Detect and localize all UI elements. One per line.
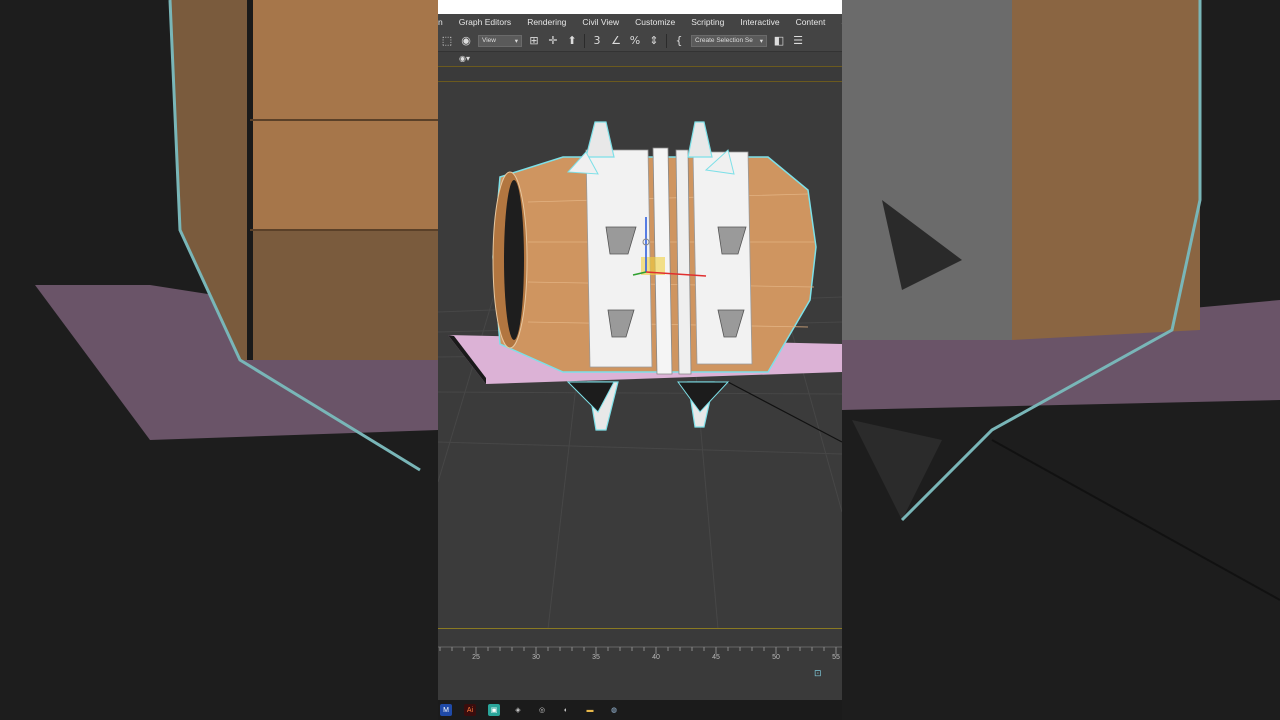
view-dropdown-label: View (482, 37, 496, 44)
app-icon[interactable]: ▣ (488, 704, 500, 716)
background-left-blur (0, 0, 438, 720)
windows-taskbar: M Ai ▣ ◈ ◎ ◐ ▬ ◍ (438, 700, 842, 720)
selection-filter-icon[interactable]: ◉ (459, 34, 473, 48)
angle-snap-icon[interactable]: ∠ (609, 34, 623, 48)
snap-3-icon[interactable]: 3 (590, 34, 604, 48)
timeline-ruler (438, 646, 842, 654)
timeline-tick-label: 40 (652, 654, 660, 661)
manipulate-icon[interactable]: ⬆ (565, 34, 579, 48)
menu-item-rendering[interactable]: Rendering (519, 17, 574, 27)
timeline-tick-label: 45 (712, 654, 720, 661)
move-icon[interactable]: ✛ (546, 34, 560, 48)
menu-item-graph-editors[interactable]: Graph Editors (451, 17, 519, 27)
folder-icon[interactable]: ▬ (584, 704, 596, 716)
max-icon-label: M (443, 706, 449, 714)
timeline-tick-label: 30 (532, 654, 540, 661)
select-region-icon[interactable]: ⬚ (440, 34, 454, 48)
eye-icon[interactable]: ◉▾ (459, 54, 470, 63)
menu-bar: n Graph Editors Rendering Civil View Cus… (438, 14, 842, 30)
chrome-icon[interactable]: ◎ (536, 704, 548, 716)
edit-named-sets-icon[interactable]: { (672, 34, 686, 48)
percent-snap-icon[interactable]: % (628, 34, 642, 48)
title-bar (438, 0, 842, 14)
illustrator-icon[interactable]: Ai (464, 704, 476, 716)
menu-item-scripting[interactable]: Scripting (683, 17, 732, 27)
menu-item-customize[interactable]: Customize (627, 17, 683, 27)
chevron-down-icon: ▾ (514, 37, 518, 45)
menu-item-interactive[interactable]: Interactive (732, 17, 787, 27)
max-icon[interactable]: M (440, 704, 452, 716)
illustrator-icon-label: Ai (466, 706, 474, 714)
viewport-bottom-border (438, 628, 842, 629)
reference-coordinate-dropdown[interactable]: View ▾ (478, 34, 522, 47)
steam-icon[interactable]: ◍ (608, 704, 620, 716)
viewport-layout-bar: ◉▾ (438, 52, 842, 67)
blender-icon[interactable]: ◈ (512, 704, 524, 716)
timeline-tick-label: 50 (772, 654, 780, 661)
viewport-scene (438, 121, 842, 629)
toolbar-divider (666, 33, 667, 48)
perspective-viewport[interactable] (438, 82, 842, 629)
menu-item-civil-view[interactable]: Civil View (574, 17, 627, 27)
menu-item-partial[interactable]: n (438, 17, 451, 27)
timeline-tick-label: 35 (592, 654, 600, 661)
background-right-blur (842, 0, 1280, 720)
app-icon-2[interactable]: ◐ (560, 704, 572, 716)
chevron-down-icon: ▾ (759, 37, 763, 45)
selection-set-label: Create Selection Se (695, 37, 753, 44)
pivot-icon[interactable]: ⊞ (527, 34, 541, 48)
mirror-icon[interactable]: ◧ (772, 34, 786, 48)
selection-set-dropdown[interactable]: Create Selection Se ▾ (691, 34, 767, 47)
menu-item-content[interactable]: Content (788, 17, 834, 27)
toolbar-divider (584, 33, 585, 48)
timeline-tick-label: 25 (472, 654, 480, 661)
align-icon[interactable]: ☰ (791, 34, 805, 48)
key-filter-icon[interactable]: ⊡ (814, 669, 822, 679)
timeline-tick-label: 55 (832, 654, 840, 661)
main-toolbar: ⬚ ◉ View ▾ ⊞ ✛ ⬆ 3 ∠ % ⇕ { Create Selecti… (438, 30, 842, 52)
spinner-snap-icon[interactable]: ⇕ (647, 34, 661, 48)
barrel-model (492, 121, 817, 431)
3ds-max-window: n Graph Editors Rendering Civil View Cus… (438, 0, 842, 720)
menu-item-truncated[interactable]: S (833, 17, 842, 27)
